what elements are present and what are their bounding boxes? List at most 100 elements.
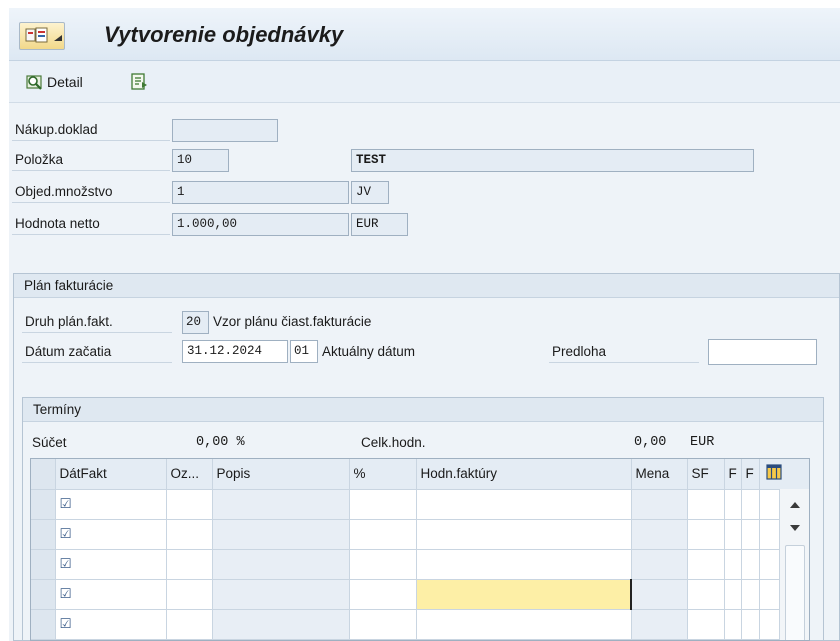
checkbox-icon[interactable]: ☑ xyxy=(60,586,72,601)
datfakt-cell[interactable]: ☑ xyxy=(55,579,167,610)
oz-cell[interactable] xyxy=(166,609,213,640)
table-row[interactable]: ☑ xyxy=(31,519,809,550)
hodnota-netto-field[interactable]: 1.000,00 xyxy=(172,213,349,236)
table-row[interactable]: ☑ xyxy=(31,609,809,640)
popis-cell xyxy=(212,579,350,610)
percent-cell[interactable] xyxy=(349,609,417,640)
checkbox-icon[interactable]: ☑ xyxy=(60,616,72,631)
f1-cell[interactable] xyxy=(724,549,742,580)
row-selector[interactable] xyxy=(31,489,56,520)
oz-cell[interactable] xyxy=(166,579,213,610)
polozka-label: Položka xyxy=(12,149,170,171)
hodn-faktury-cell[interactable] xyxy=(416,609,632,640)
row-selector[interactable] xyxy=(31,609,56,640)
datfakt-cell[interactable]: ☑ xyxy=(55,609,167,640)
sf-cell[interactable] xyxy=(687,519,725,550)
table-header-row: DátFakt Oz... Popis % Hodn.faktúry Mena … xyxy=(31,459,809,490)
druh-plan-text: Vzor plánu čiast.fakturácie xyxy=(213,314,372,329)
predloha-label: Predloha xyxy=(549,341,699,363)
oz-cell[interactable] xyxy=(166,489,213,520)
percent-cell[interactable] xyxy=(349,489,417,520)
popis-cell xyxy=(212,519,350,550)
hodn-faktury-cell[interactable] xyxy=(416,549,632,580)
druh-plan-label: Druh plán.fakt. xyxy=(22,311,172,333)
druh-plan-field[interactable]: 20 xyxy=(182,311,209,334)
f2-cell[interactable] xyxy=(741,489,760,520)
sucet-label: Súčet xyxy=(32,435,67,450)
f1-cell[interactable] xyxy=(724,519,742,550)
datum-zacatia-label: Dátum začatia xyxy=(22,341,172,363)
datum-code-field[interactable]: 01 xyxy=(290,340,318,363)
sap-menu-button[interactable] xyxy=(19,22,65,50)
celk-hodn-value: 0,00 xyxy=(634,435,667,450)
row-selector-header[interactable] xyxy=(31,459,56,490)
table-row[interactable]: ☑ xyxy=(31,579,809,610)
hodnota-netto-label: Hodnota netto xyxy=(12,213,170,235)
mena-cell xyxy=(631,579,688,610)
row-selector[interactable] xyxy=(31,549,56,580)
column-header-f1[interactable]: F xyxy=(724,459,742,490)
column-header-f2[interactable]: F xyxy=(741,459,760,490)
checkbox-icon[interactable]: ☑ xyxy=(60,496,72,511)
scroll-thumb[interactable] xyxy=(785,545,805,640)
row-selector[interactable] xyxy=(31,579,56,610)
polozka-field[interactable]: 10 xyxy=(172,149,229,172)
table-settings-cell[interactable] xyxy=(759,459,809,490)
popis-cell xyxy=(212,489,350,520)
f2-cell[interactable] xyxy=(741,609,760,640)
mnozstvo-unit-field[interactable]: JV xyxy=(351,181,389,204)
mena-cell xyxy=(631,489,688,520)
row-selector[interactable] xyxy=(31,519,56,550)
detail-button-label: Detail xyxy=(47,74,83,90)
table-row[interactable]: ☑ xyxy=(31,549,809,580)
f2-cell[interactable] xyxy=(741,549,760,580)
objed-mnozstvo-field[interactable]: 1 xyxy=(172,181,349,204)
predloha-field[interactable] xyxy=(708,339,817,365)
column-header-datfakt[interactable]: DátFakt xyxy=(55,459,167,490)
oz-cell[interactable] xyxy=(166,549,213,580)
table-row[interactable]: ☑ xyxy=(31,489,809,520)
page-title: Vytvorenie objednávky xyxy=(104,22,344,47)
f2-cell[interactable] xyxy=(741,579,760,610)
hodn-faktury-cell-active[interactable] xyxy=(416,579,632,610)
sf-cell[interactable] xyxy=(687,489,725,520)
column-header-percent[interactable]: % xyxy=(349,459,417,490)
percent-cell[interactable] xyxy=(349,519,417,550)
netto-currency-field[interactable]: EUR xyxy=(351,213,408,236)
checkbox-icon[interactable]: ☑ xyxy=(60,556,72,571)
sf-cell[interactable] xyxy=(687,609,725,640)
column-header-hodn-faktury[interactable]: Hodn.faktúry xyxy=(416,459,632,490)
scroll-up-icon[interactable] xyxy=(780,495,810,515)
billing-plan-title: Plán fakturácie xyxy=(14,274,839,298)
f1-cell[interactable] xyxy=(724,579,742,610)
document-list-icon[interactable] xyxy=(130,73,148,91)
column-settings-icon[interactable] xyxy=(765,464,782,480)
nakup-doklad-field[interactable] xyxy=(172,119,278,142)
column-header-sf[interactable]: SF xyxy=(687,459,725,490)
hodn-faktury-cell[interactable] xyxy=(416,519,632,550)
column-header-popis[interactable]: Popis xyxy=(212,459,350,490)
f1-cell[interactable] xyxy=(724,489,742,520)
f2-cell[interactable] xyxy=(741,519,760,550)
hodn-faktury-cell[interactable] xyxy=(416,489,632,520)
datfakt-cell[interactable]: ☑ xyxy=(55,549,167,580)
scroll-down-icon[interactable] xyxy=(780,518,810,538)
celk-hodn-label: Celk.hodn. xyxy=(361,435,426,450)
vertical-scrollbar[interactable] xyxy=(779,489,810,640)
percent-cell[interactable] xyxy=(349,549,417,580)
column-header-mena[interactable]: Mena xyxy=(631,459,688,490)
datum-zacatia-field[interactable]: 31.12.2024 xyxy=(182,340,288,363)
datfakt-cell[interactable]: ☑ xyxy=(55,519,167,550)
sf-cell[interactable] xyxy=(687,549,725,580)
polozka-text-field[interactable]: TEST xyxy=(351,149,754,172)
nakup-doklad-label: Nákup.doklad xyxy=(12,119,170,141)
oz-cell[interactable] xyxy=(166,519,213,550)
datum-code-text: Aktuálny dátum xyxy=(322,344,416,359)
f1-cell[interactable] xyxy=(724,609,742,640)
datfakt-cell[interactable]: ☑ xyxy=(55,489,167,520)
percent-cell[interactable] xyxy=(349,579,417,610)
sf-cell[interactable] xyxy=(687,579,725,610)
detail-button[interactable]: Detail xyxy=(25,71,83,93)
column-header-oz[interactable]: Oz... xyxy=(166,459,213,490)
checkbox-icon[interactable]: ☑ xyxy=(60,526,72,541)
